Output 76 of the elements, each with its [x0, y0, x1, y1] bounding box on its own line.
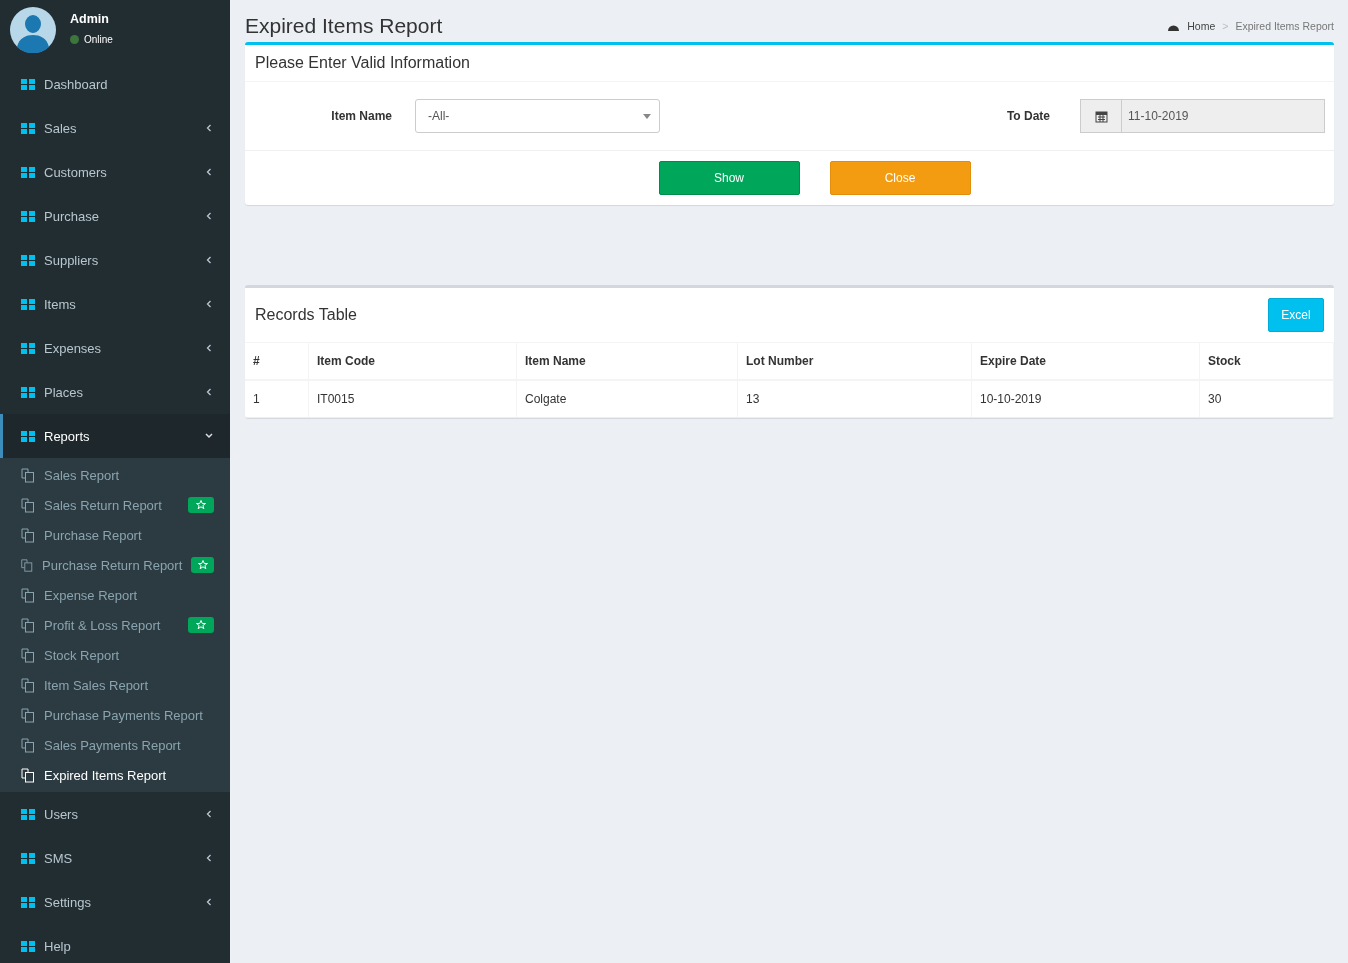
menu-item-icon	[20, 895, 36, 909]
column-header: Lot Number	[737, 343, 972, 380]
copy-icon	[20, 617, 35, 633]
user-status: Online	[84, 34, 113, 45]
copy-icon	[20, 767, 35, 783]
copy-icon	[20, 737, 35, 753]
column-header: Stock	[1199, 343, 1334, 380]
online-status-icon	[70, 35, 79, 44]
column-header: #	[245, 343, 309, 380]
sidebar-item[interactable]: SMS	[0, 836, 230, 880]
avatar-icon	[10, 7, 56, 53]
copy-icon	[20, 677, 35, 693]
menu-item-icon	[20, 341, 36, 355]
column-header: Item Name	[516, 343, 738, 380]
breadcrumb-link[interactable]: Home	[1187, 20, 1216, 32]
breadcrumb-separator: >	[1222, 20, 1229, 32]
sidebar-item[interactable]: Settings	[0, 880, 230, 924]
sidebar-item[interactable]: Help	[0, 924, 230, 963]
column-header: Expire Date	[971, 343, 1200, 380]
sidebar-item[interactable]: Places	[0, 370, 230, 414]
field-label: Item Name	[330, 109, 393, 123]
sidebar-item[interactable]: Expenses	[0, 326, 230, 370]
menu-item-icon	[20, 385, 36, 399]
submenu-item[interactable]: Expired Items Report	[0, 760, 230, 790]
user-name: Admin	[70, 12, 110, 26]
column-header: Item Code	[308, 343, 517, 380]
copy-icon	[20, 467, 35, 483]
table-cell: 1	[245, 380, 309, 418]
copy-icon	[20, 647, 35, 663]
dropdown-caret-icon	[643, 113, 651, 119]
submenu-item[interactable]: Purchase Report	[0, 520, 230, 550]
table-cell: IT0015	[308, 380, 517, 418]
submenu-item[interactable]: Sales Payments Report	[0, 730, 230, 760]
submenu-item[interactable]: Sales Return Report	[0, 490, 230, 520]
copy-icon	[20, 557, 34, 573]
submenu-item[interactable]: Purchase Return Report	[0, 550, 230, 580]
submenu-item[interactable]: Sales Report	[0, 460, 230, 490]
menu-item-icon	[20, 807, 36, 821]
submenu-item[interactable]: Purchase Payments Report	[0, 700, 230, 730]
table-cell: 30	[1199, 380, 1334, 418]
menu-item-icon	[20, 209, 36, 223]
table-cell: 13	[737, 380, 972, 418]
copy-icon	[20, 707, 35, 723]
sidebar-item[interactable]: Customers	[0, 150, 230, 194]
sidebar-item[interactable]: Purchase	[0, 194, 230, 238]
menu-item-icon	[20, 121, 36, 135]
menu-item-icon	[20, 851, 36, 865]
date-field[interactable]: 11-10-2019	[1080, 99, 1325, 133]
sidebar-item[interactable]: Suppliers	[0, 238, 230, 282]
item-name-select[interactable]: -All-	[415, 99, 660, 133]
breadcrumb-current: Expired Items Report	[1235, 20, 1334, 32]
menu-item-icon	[20, 165, 36, 179]
sidebar-item[interactable]: Reports	[0, 414, 230, 458]
calendar-icon	[1094, 109, 1108, 123]
sidebar-item[interactable]: Items	[0, 282, 230, 326]
copy-icon	[20, 527, 35, 543]
menu-item-icon	[20, 77, 36, 91]
menu-item-icon	[20, 297, 36, 311]
page-title: Expired Items Report	[245, 14, 443, 38]
copy-icon	[20, 587, 35, 603]
panel-title: Please Enter Valid Information	[245, 45, 1334, 82]
table-cell: 10-10-2019	[971, 380, 1200, 418]
menu-item-icon	[20, 939, 36, 953]
panel-title: Records Table	[255, 306, 357, 324]
sidebar-item[interactable]: Dashboard	[0, 62, 230, 106]
sidebar-item[interactable]: Users	[0, 792, 230, 836]
field-label: To Date	[1005, 109, 1051, 123]
submenu-item[interactable]: Stock Report	[0, 640, 230, 670]
menu-item-icon	[20, 253, 36, 267]
submenu-item[interactable]: Expense Report	[0, 580, 230, 610]
submenu-item[interactable]: Item Sales Report	[0, 670, 230, 700]
copy-icon	[20, 497, 35, 513]
sidebar-item[interactable]: Sales	[0, 106, 230, 150]
submenu-item[interactable]: Profit & Loss Report	[0, 610, 230, 640]
table-cell: Colgate	[516, 380, 738, 418]
menu-item-icon	[20, 429, 36, 443]
